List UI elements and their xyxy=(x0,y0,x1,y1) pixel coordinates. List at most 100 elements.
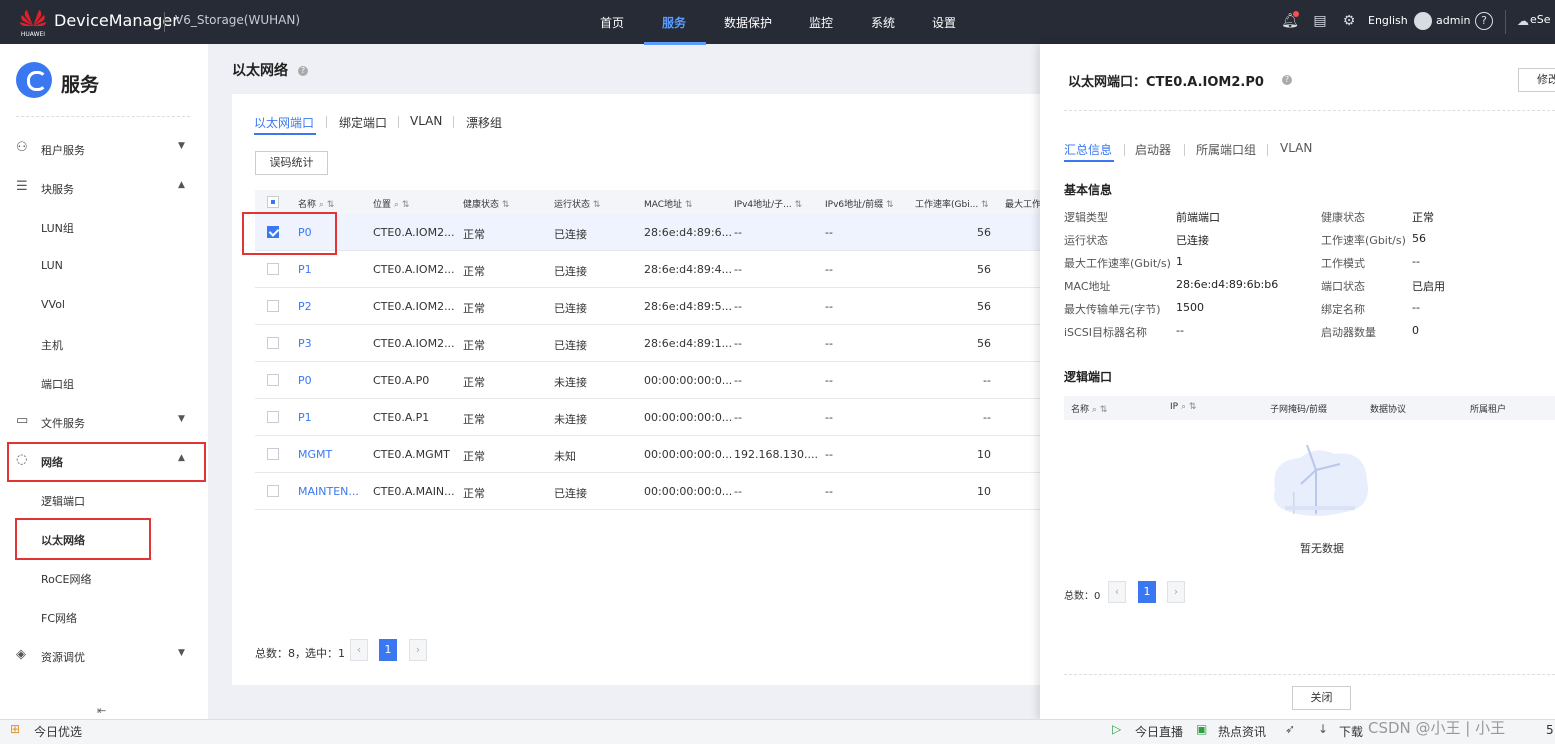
storage-system-name[interactable]: V6_Storage(WUHAN) xyxy=(175,13,300,27)
sidebar-item-host[interactable]: 主机 xyxy=(41,337,63,353)
table-row[interactable]: P3 CTE0.A.IOM2... 正常 已连接 28:6e:d4:89:1... -- -… xyxy=(255,325,1042,362)
table-row[interactable]: P2 CTE0.A.IOM2... 正常 已连接 28:6e:d4:89:5... -- -… xyxy=(255,288,1042,325)
panel-pager-prev-button[interactable]: ‹ xyxy=(1108,581,1126,603)
lp-column-tenant[interactable]: 所属租户 xyxy=(1470,402,1506,415)
sort-icon[interactable]: ⇅ xyxy=(1189,402,1197,412)
gear-icon[interactable]: ⚙ xyxy=(1340,12,1358,30)
tab-bond-port[interactable]: 绑定端口 xyxy=(339,114,387,131)
panel-tab-vlan[interactable]: VLAN xyxy=(1280,141,1312,155)
table-row[interactable]: P1 CTE0.A.P1 正常 未连接 00:00:00:00:0... -- -- -- xyxy=(255,399,1042,436)
help-icon[interactable]: ? xyxy=(1475,12,1493,30)
panel-tab-summary[interactable]: 汇总信息 xyxy=(1064,141,1112,158)
column-header-ipv4[interactable]: IPv4地址/子... ⇅ xyxy=(734,197,802,210)
column-header-name[interactable]: 名称 ⌕ ⇅ xyxy=(298,197,334,210)
help-icon[interactable]: ? xyxy=(1282,75,1292,85)
table-cell-name[interactable]: P0 xyxy=(298,374,312,387)
nav-system[interactable]: 系统 xyxy=(871,14,895,31)
sidebar-item-fc[interactable]: FC网络 xyxy=(41,610,77,626)
panel-tab-initiator[interactable]: 启动器 xyxy=(1135,141,1171,158)
select-all-checkbox[interactable] xyxy=(267,196,279,208)
sidebar-group-network[interactable]: ◌ 网络 ▲ xyxy=(16,451,196,471)
sort-icon[interactable]: ⇅ xyxy=(886,200,894,210)
panel-tab-port-group[interactable]: 所属端口组 xyxy=(1196,141,1256,158)
help-icon[interactable]: ? xyxy=(298,66,308,76)
table-cell-name[interactable]: MGMT xyxy=(298,448,332,461)
news-icon[interactable]: ▣ xyxy=(1196,722,1207,736)
table-row[interactable]: MGMT CTE0.A.MGMT 正常 未知 00:00:00:00:0... 192.1… xyxy=(255,436,1042,473)
lp-column-protocol[interactable]: 数据协议 xyxy=(1370,402,1406,415)
row-checkbox[interactable] xyxy=(267,263,279,275)
row-checkbox[interactable] xyxy=(267,337,279,349)
search-icon[interactable]: ⌕ xyxy=(319,200,324,210)
column-header-speed[interactable]: 工作速率(Gbi... ⇅ xyxy=(915,197,989,210)
sidebar-item-lun[interactable]: LUN xyxy=(41,259,63,272)
lp-column-subnet[interactable]: 子网掩码/前缀 xyxy=(1270,402,1327,415)
avatar-icon[interactable] xyxy=(1414,12,1432,30)
sort-icon[interactable]: ⇅ xyxy=(1100,405,1108,415)
sidebar-group-block[interactable]: ☰ 块服务 ▲ xyxy=(16,178,196,198)
search-icon[interactable]: ⌕ xyxy=(1181,402,1186,412)
user-name[interactable]: admin xyxy=(1436,14,1470,27)
sort-icon[interactable]: ⇅ xyxy=(981,200,989,210)
gift-icon[interactable]: ⊞ xyxy=(10,722,20,736)
table-row[interactable]: P1 CTE0.A.IOM2... 正常 已连接 28:6e:d4:89:4... -- -… xyxy=(255,251,1042,288)
sort-icon[interactable]: ⇅ xyxy=(402,200,410,210)
nav-home[interactable]: 首页 xyxy=(600,14,624,31)
sort-icon[interactable]: ⇅ xyxy=(685,200,693,210)
search-icon[interactable]: ⌕ xyxy=(394,200,399,210)
lp-column-ip[interactable]: IP ⌕ ⇅ xyxy=(1170,402,1196,412)
sort-icon[interactable]: ⇅ xyxy=(502,200,510,210)
row-checkbox[interactable] xyxy=(267,448,279,460)
language-switch[interactable]: English xyxy=(1368,14,1408,27)
pager-prev-button[interactable]: ‹ xyxy=(350,639,368,661)
column-header-mac[interactable]: MAC地址 ⇅ xyxy=(644,197,692,210)
table-cell-name[interactable]: MAINTEN... xyxy=(298,485,359,498)
nav-monitoring[interactable]: 监控 xyxy=(809,14,833,31)
sidebar-group-tuning[interactable]: ◈ 资源调优 ▼ xyxy=(16,646,196,666)
lp-column-name[interactable]: 名称 ⌕ ⇅ xyxy=(1071,402,1107,415)
close-button[interactable]: 关闭 xyxy=(1292,686,1351,710)
column-header-health[interactable]: 健康状态 ⇅ xyxy=(463,197,509,210)
tab-vlan[interactable]: VLAN xyxy=(410,114,442,128)
pager-next-button[interactable]: › xyxy=(409,639,427,661)
hot-news-link[interactable]: 热点资讯 xyxy=(1218,723,1266,740)
column-header-ipv6[interactable]: IPv6地址/前缀 ⇅ xyxy=(825,197,894,210)
today-live-link[interactable]: 今日直播 xyxy=(1135,723,1183,740)
sidebar-item-logical-port[interactable]: 逻辑端口 xyxy=(41,493,85,509)
download-link[interactable]: 下载 xyxy=(1339,723,1363,740)
table-row[interactable]: MAINTEN... CTE0.A.MAIN... 正常 已连接 00:00:00:00… xyxy=(255,473,1042,510)
clipboard-icon[interactable]: ▤ xyxy=(1311,12,1329,30)
sidebar-item-port-group[interactable]: 端口组 xyxy=(41,376,74,392)
table-cell-name[interactable]: P2 xyxy=(298,300,312,313)
row-checkbox[interactable] xyxy=(267,300,279,312)
pager-page-1[interactable]: 1 xyxy=(379,639,397,661)
rocket-icon[interactable]: ➶ xyxy=(1285,722,1295,736)
tab-ethernet-port[interactable]: 以太网端口 xyxy=(254,114,314,131)
table-row[interactable]: P0 CTE0.A.IOM2... 正常 已连接 28:6e:d4:89:6... -- -… xyxy=(255,214,1042,251)
sort-icon[interactable]: ⇅ xyxy=(795,200,803,210)
panel-pager-next-button[interactable]: › xyxy=(1167,581,1185,603)
table-cell-name[interactable]: P3 xyxy=(298,337,312,350)
column-header-location[interactable]: 位置 ⌕ ⇅ xyxy=(373,197,409,210)
sidebar-group-tenant[interactable]: ⚇ 租户服务 ▼ xyxy=(16,139,196,159)
table-row[interactable]: P0 CTE0.A.P0 正常 未连接 00:00:00:00:0... -- -- -- xyxy=(255,362,1042,399)
table-cell-name[interactable]: P1 xyxy=(298,411,312,424)
sort-icon[interactable]: ⇅ xyxy=(327,200,335,210)
sidebar-item-vvol[interactable]: VVol xyxy=(41,298,65,311)
sidebar-item-ethernet[interactable]: 以太网络 xyxy=(41,532,85,548)
column-header-max-speed[interactable]: 最大工作 xyxy=(1005,197,1041,210)
search-icon[interactable]: ⌕ xyxy=(1092,405,1097,415)
nav-data-protection[interactable]: 数据保护 xyxy=(724,14,772,31)
sidebar-item-lun-group[interactable]: LUN组 xyxy=(41,220,74,236)
play-icon[interactable]: ▷ xyxy=(1112,722,1121,736)
download-icon[interactable]: ↓ xyxy=(1318,722,1328,736)
cloud-icon[interactable]: ☁ xyxy=(1517,12,1529,30)
row-checkbox[interactable] xyxy=(267,485,279,497)
nav-settings[interactable]: 设置 xyxy=(932,14,956,31)
tab-failover-group[interactable]: 漂移组 xyxy=(466,114,502,131)
nav-services[interactable]: 服务 xyxy=(662,14,686,31)
panel-pager-page-1[interactable]: 1 xyxy=(1138,581,1156,603)
collapse-sidebar-icon[interactable]: ⇤ xyxy=(97,704,106,717)
row-checkbox[interactable] xyxy=(267,411,279,423)
table-cell-name[interactable]: P1 xyxy=(298,263,312,276)
